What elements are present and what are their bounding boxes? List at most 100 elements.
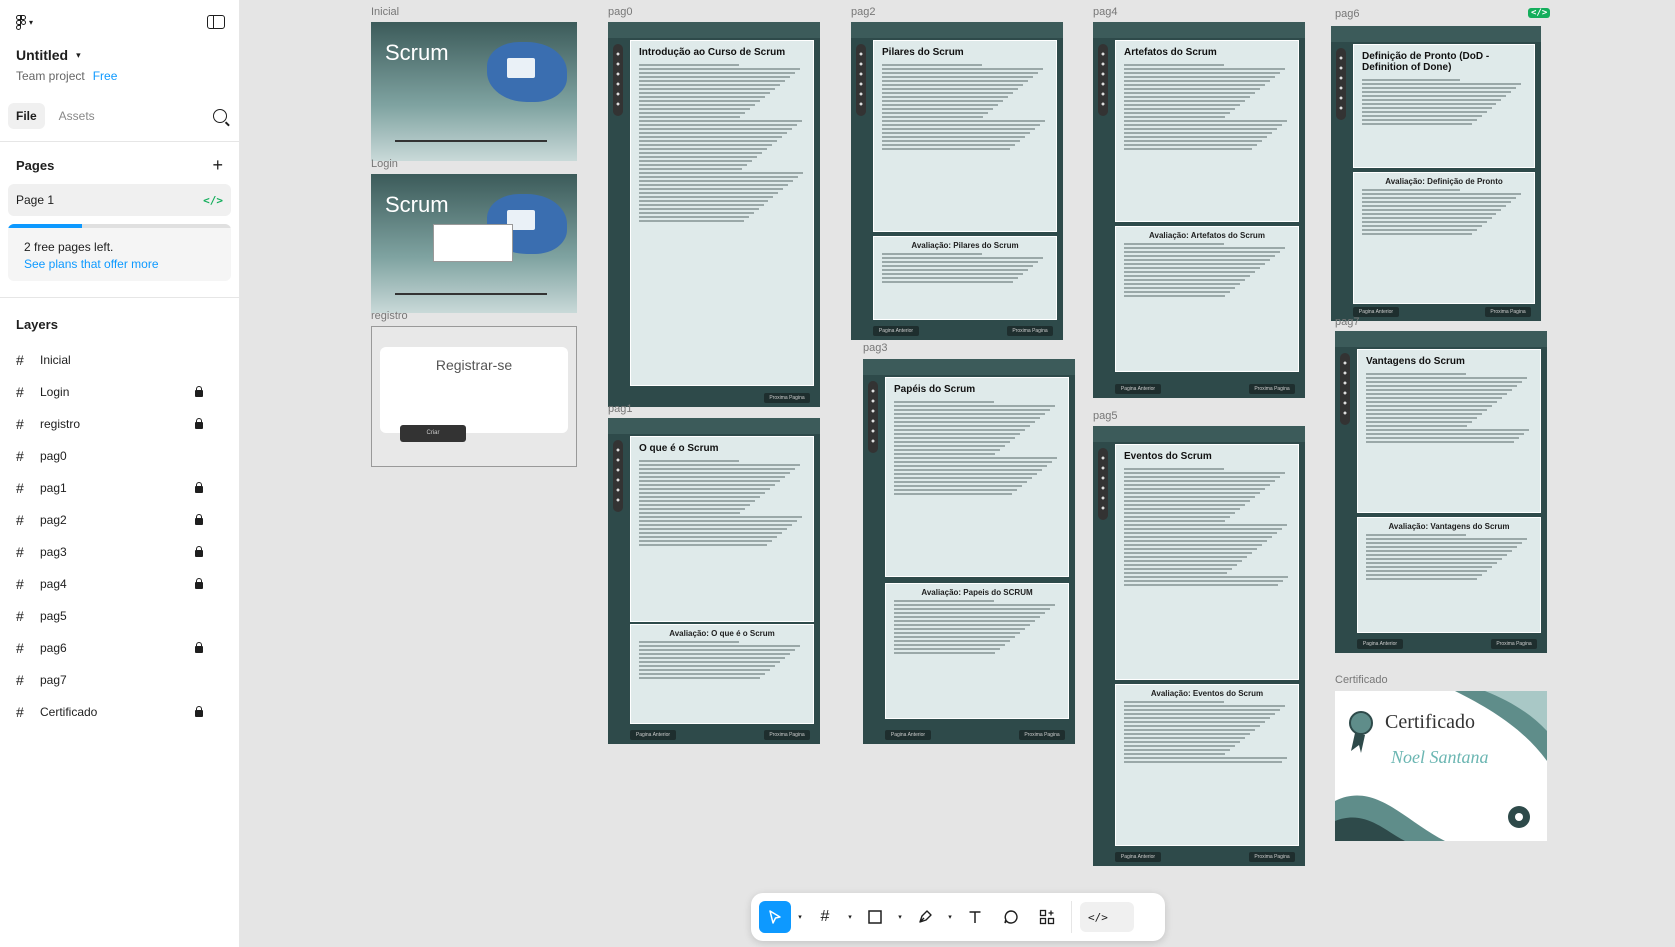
tab-file[interactable]: File	[8, 103, 45, 129]
layer-item-pag5[interactable]: # pag5	[0, 600, 239, 632]
prev-page-button: Pagina Anterior	[1353, 307, 1399, 317]
quiz-section: Avaliação: Pilares do Scrum	[873, 236, 1057, 320]
quiz-section: Avaliação: Artefatos do Scrum	[1115, 226, 1299, 372]
search-icon[interactable]	[213, 109, 227, 123]
frame-label-inicial[interactable]: Inicial	[371, 6, 399, 18]
frame-label-login[interactable]: Login	[371, 158, 398, 170]
layer-label: pag7	[40, 673, 67, 687]
chevron-down-icon[interactable]: ▾	[945, 913, 955, 921]
progress-dots	[868, 381, 878, 453]
sidebar-tabs: File Assets	[0, 101, 239, 131]
pen-tool-button[interactable]	[909, 901, 941, 933]
lesson-content: Introdução ao Curso de Scrum	[630, 40, 814, 386]
frame-pag6[interactable]: Definição de Pronto (DoD - Definition of…	[1331, 26, 1541, 321]
body-text	[894, 401, 1060, 495]
layer-item-pag6[interactable]: # pag6	[0, 632, 239, 664]
frame-inicial[interactable]: Scrum	[371, 22, 577, 161]
dev-mode-toggle[interactable]: </>	[1080, 902, 1134, 932]
frame-tool-button[interactable]: #	[809, 901, 841, 933]
lock-icon[interactable]	[195, 417, 203, 429]
comment-icon	[1004, 910, 1018, 924]
lock-icon[interactable]	[195, 513, 203, 525]
frame-login[interactable]: Scrum	[371, 174, 577, 313]
frame-pag4[interactable]: Artefatos do Scrum Avaliação: Artefatos …	[1093, 22, 1305, 398]
chevron-down-icon[interactable]: ▾	[795, 913, 805, 921]
quiz-text	[882, 253, 1048, 283]
frame-label-registro[interactable]: registro	[371, 310, 408, 322]
layer-label: Login	[40, 385, 70, 399]
frame-label-certificado[interactable]: Certificado	[1335, 674, 1388, 686]
canvas[interactable]: Inicial Scrum Login Scrum registro Regis…	[241, 0, 1675, 947]
frame-certificado[interactable]: Certificado Noel Santana	[1335, 691, 1547, 841]
frame-label-pag3[interactable]: pag3	[863, 342, 887, 354]
lock-icon[interactable]	[195, 577, 203, 589]
next-page-button: Proxima Pagina	[1019, 730, 1065, 740]
file-title-text: Untitled	[16, 47, 69, 63]
see-plans-link[interactable]: See plans that offer more	[8, 254, 231, 271]
frame-label-pag4[interactable]: pag4	[1093, 6, 1117, 18]
sidebar-toggle-icon[interactable]	[207, 15, 225, 29]
frame-label-pag0[interactable]: pag0	[608, 6, 632, 18]
plan-badge[interactable]: Free	[93, 69, 118, 83]
body-text	[639, 460, 805, 546]
divider	[0, 141, 239, 142]
frame-pag3[interactable]: Papéis do Scrum Avaliação: Papeis do SCR…	[863, 359, 1075, 744]
frame-pag5[interactable]: Eventos do Scrum Avaliação: Eventos do S…	[1093, 426, 1305, 866]
layer-item-pag4[interactable]: # pag4	[0, 568, 239, 600]
layer-item-pag3[interactable]: # pag3	[0, 536, 239, 568]
comment-tool-button[interactable]	[995, 901, 1027, 933]
move-tool-button[interactable]	[759, 901, 791, 933]
layer-item-pag7[interactable]: # pag7	[0, 664, 239, 696]
frame-icon: #	[16, 352, 24, 368]
layer-item-certificado[interactable]: # Certificado	[0, 696, 239, 728]
layer-item-inicial[interactable]: # Inicial	[0, 344, 239, 376]
tab-assets[interactable]: Assets	[51, 103, 103, 129]
lesson-title: Definição de Pronto (DoD - Definition of…	[1362, 51, 1490, 73]
pages-limit-text: 2 free pages left.	[24, 240, 114, 254]
layer-item-pag1[interactable]: # pag1	[0, 472, 239, 504]
frame-topbar	[1093, 426, 1305, 442]
chevron-down-icon: ▾	[76, 49, 81, 60]
frame-label-pag5[interactable]: pag5	[1093, 410, 1117, 422]
chevron-down-icon: ▾	[29, 17, 34, 27]
page-item-page-1[interactable]: Page 1 </>	[8, 184, 231, 216]
file-name[interactable]: Untitled ▾	[0, 44, 239, 63]
shape-tool-button[interactable]	[859, 901, 891, 933]
frame-pag1[interactable]: O que é o Scrum Avaliação: O que é o Scr…	[608, 418, 820, 744]
frame-registro[interactable]: Registrar-se Criar	[371, 326, 577, 467]
lesson-title: Pilares do Scrum	[882, 47, 964, 58]
layer-label: Inicial	[40, 353, 71, 367]
progress-dots	[856, 44, 866, 116]
layer-item-registro[interactable]: # registro	[0, 408, 239, 440]
lock-icon[interactable]	[195, 481, 203, 493]
dev-mode-icon[interactable]: </>	[1528, 8, 1551, 18]
actions-tool-button[interactable]	[1031, 901, 1063, 933]
main-menu-button[interactable]: ▾	[16, 14, 34, 30]
layer-item-pag0[interactable]: # pag0	[0, 440, 239, 472]
frame-pag7[interactable]: Vantagens do Scrum Avaliação: Vantagens …	[1335, 331, 1547, 653]
frame-label-pag7[interactable]: pag7	[1335, 316, 1359, 328]
frame-label-pag6[interactable]: pag6	[1335, 8, 1359, 20]
lesson-title: Vantagens do Scrum	[1366, 356, 1465, 367]
text-tool-button[interactable]	[959, 901, 991, 933]
add-page-icon[interactable]: +	[212, 155, 223, 176]
layer-item-pag2[interactable]: # pag2	[0, 504, 239, 536]
lesson-content: Artefatos do Scrum	[1115, 40, 1299, 222]
lock-icon[interactable]	[195, 705, 203, 717]
timeline	[395, 293, 547, 295]
chevron-down-icon[interactable]: ▾	[845, 913, 855, 921]
team-info: Team project Free	[0, 63, 239, 83]
register-title: Registrar-se	[435, 357, 513, 373]
lock-icon[interactable]	[195, 641, 203, 653]
frame-topbar	[851, 22, 1063, 38]
progress-dots	[1336, 48, 1346, 120]
lock-icon[interactable]	[195, 385, 203, 397]
frame-pag2[interactable]: Pilares do Scrum Avaliação: Pilares do S…	[851, 22, 1063, 340]
layer-item-login[interactable]: # Login	[0, 376, 239, 408]
quiz-text	[1366, 534, 1532, 580]
lock-icon[interactable]	[195, 545, 203, 557]
chevron-down-icon[interactable]: ▾	[895, 913, 905, 921]
frame-pag0[interactable]: Introdução ao Curso de Scrum Proxima Pag…	[608, 22, 820, 407]
frame-label-pag1[interactable]: pag1	[608, 403, 632, 415]
frame-label-pag2[interactable]: pag2	[851, 6, 875, 18]
